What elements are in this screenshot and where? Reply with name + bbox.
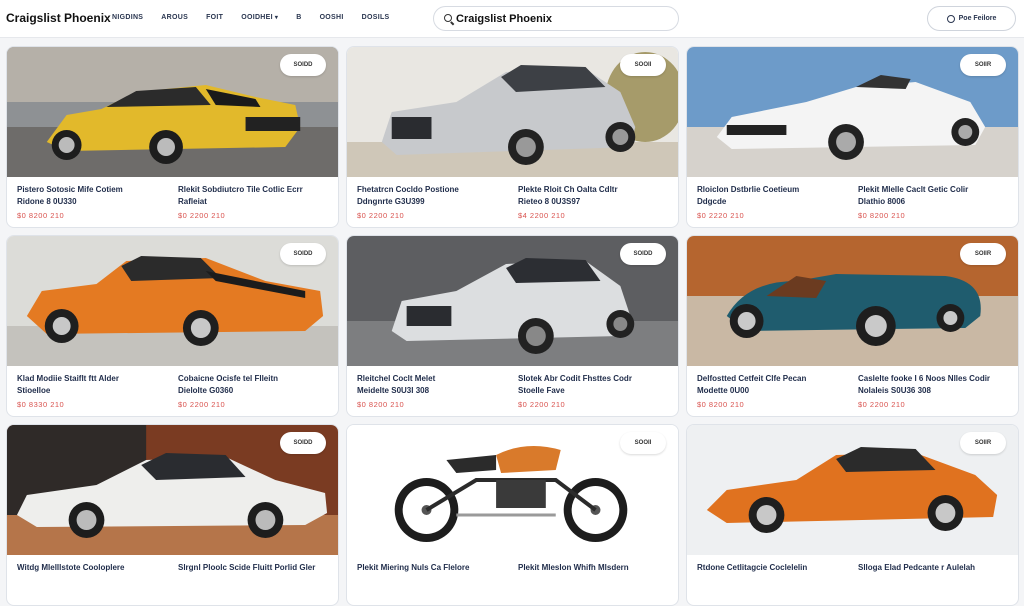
listing-subtitle: Rafleiat [178,197,207,206]
listing-title[interactable]: Plekit Mlelle Caclt Getic Colir [858,184,1008,196]
listing-card[interactable]: SOOII Plekit Miering Nuls Ca Flelore Ple… [346,424,679,606]
status-badge: SOIDD [280,54,326,76]
nav-item-7[interactable]: DOSILS [362,14,390,21]
status-badge: SOIDD [280,432,326,454]
listing-subtitle: Stoelle Fave [518,386,565,395]
listing-subtitle: Stioelloe [17,386,51,395]
listing-title[interactable]: Rtdone Cetlitagcie Coclelelin [697,562,847,574]
post-button[interactable]: Poe Feilore [927,6,1016,31]
status-badge: SOIIR [960,54,1006,76]
listing-card[interactable]: SOIDD Klad Modiie Staiflt ftt Alder Stioe… [6,235,339,417]
status-badge: SOIDD [620,243,666,265]
listing-price: $0 8200 210 [697,400,745,409]
listing-title[interactable]: Plekte Rloit Ch Oalta Cdltr [518,184,668,196]
listing-card[interactable]: SOOII Fhetatrcn Cocldo Postione Ddngnrte … [346,46,679,228]
listing-subtitle: Rieteo 8 0U3S97 [518,197,581,206]
listing-title[interactable]: Rleitchel Coclt Melet [357,373,507,385]
site-logo[interactable]: Craigslist Phoenix [6,11,111,25]
status-badge: SOIDD [280,243,326,265]
listing-card[interactable]: SOIIR Rloiclon Dstbrlie Coetieum Ddgcde $0… [686,46,1019,228]
listing-card[interactable]: SOIDD Witdg Mlelllstote Cooloplere Slrgn… [6,424,339,606]
listing-price: $0 8200 210 [17,211,65,220]
listing-price: $0 2220 210 [697,211,745,220]
search-box[interactable] [433,6,679,31]
circle-icon [946,14,955,23]
listing-card[interactable]: SOIIR Delfostted Cetfeit Clfe Pecan Modet… [686,235,1019,417]
chevron-down-icon: ▾ [274,15,279,21]
listing-price: $0 2200 210 [858,400,906,409]
listing-title[interactable]: Witdg Mlelllstote Cooloplere [17,562,167,574]
listing-subtitle: Ddgcde [697,197,727,206]
nav-item-1[interactable]: NIGDINS [112,14,143,21]
listing-title[interactable]: Slotek Abr Codit Fhsttes Codr [518,373,668,385]
search-icon [443,13,455,25]
listing-subtitle: Meidelte S0U3I 308 [357,386,430,395]
listing-subtitle: Dlathio 8006 [858,197,906,206]
status-badge: SOIIR [960,432,1006,454]
post-button-label: Poe Feilore [958,15,997,22]
nav-item-5[interactable]: B [296,14,301,21]
listing-title[interactable]: Plekit Miering Nuls Ca Flelore [357,562,507,574]
listing-price: $0 2200 210 [357,211,405,220]
listing-title[interactable]: Pistero Sotosic Mife Cotiem [17,184,167,196]
listing-price: $0 2200 210 [518,400,566,409]
listing-title[interactable]: Plekit Mleslon Whifh Mlsdern [518,562,668,574]
listing-title[interactable]: Klad Modiie Staiflt ftt Alder [17,373,167,385]
listing-title[interactable]: Delfostted Cetfeit Clfe Pecan [697,373,847,385]
nav-item-4-label: OOIDHEI [241,14,273,21]
listing-subtitle: Ridone 8 0U330 [17,197,77,206]
nav-item-4-dropdown[interactable]: OOIDHEI ▾ [241,14,278,21]
listing-title[interactable]: Slrgnl Ploolc Scide Fluitt Porlid Gler [178,562,328,574]
listing-subtitle: Ddngnrte G3U399 [357,197,425,206]
listing-grid: SOIDD Pistero Sotosic Mife Cotiem Ridone … [6,46,1019,606]
listing-title[interactable]: Cobaicne Ocisfe tel Flleitn [178,373,328,385]
listing-price: $0 2200 210 [178,211,226,220]
listing-subtitle: Dielolte G0360 [178,386,234,395]
listing-title[interactable]: Caslelte fooke I 6 Noos Nlles Codir [858,373,1008,385]
listing-price: $0 8200 210 [858,211,906,220]
nav-item-2[interactable]: AROUS [161,14,188,21]
search-input[interactable] [456,10,656,28]
listing-title[interactable]: Fhetatrcn Cocldo Postione [357,184,507,196]
listing-price: $4 2200 210 [518,211,566,220]
status-badge: SOOII [620,432,666,454]
nav-item-3[interactable]: FOIT [206,14,223,21]
listing-price: $0 8330 210 [17,400,65,409]
listing-price: $0 8200 210 [357,400,405,409]
listing-subtitle: Nolaleis S0U36 308 [858,386,931,395]
main-nav: NIGDINS AROUS FOIT OOIDHEI ▾ B OOSHI DOSI… [112,14,407,21]
listing-card[interactable]: SOIDD Rleitchel Coclt Melet Meidelte S0U3… [346,235,679,417]
listing-title[interactable]: Slloga Elad Pedcante r Aulelah [858,562,1008,574]
listing-card[interactable]: SOIDD Pistero Sotosic Mife Cotiem Ridone … [6,46,339,228]
listing-subtitle: Modette 0U00 [697,386,750,395]
status-badge: SOOII [620,54,666,76]
top-navigation-bar: Craigslist Phoenix NIGDINS AROUS FOIT OO… [0,0,1024,38]
status-badge: SOIIR [960,243,1006,265]
listing-card[interactable]: SOIIR Rtdone Cetlitagcie Coclelelin Sllo… [686,424,1019,606]
listing-price: $0 2200 210 [178,400,226,409]
listing-title[interactable]: Rlekit Sobdiutcro Tile Cotlic Ecrr [178,184,328,196]
nav-item-6[interactable]: OOSHI [320,14,344,21]
listing-title[interactable]: Rloiclon Dstbrlie Coetieum [697,184,847,196]
